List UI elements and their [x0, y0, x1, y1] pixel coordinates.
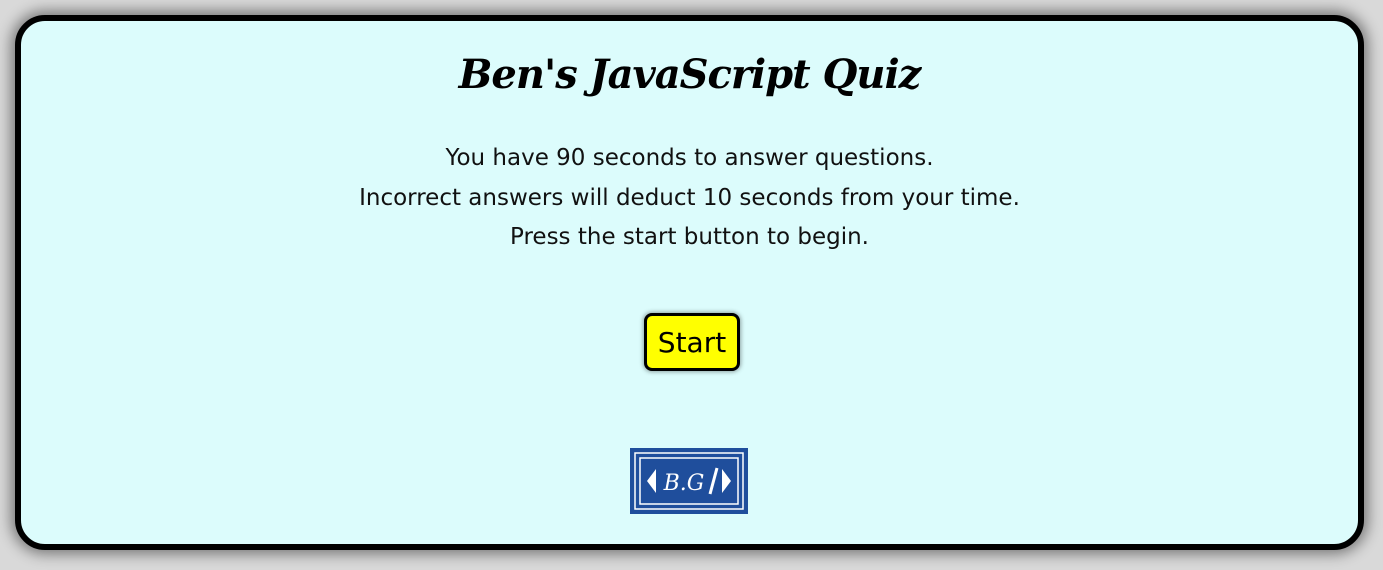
instructions: You have 90 seconds to answer questions.… — [21, 139, 1358, 258]
bg-logo-icon: B.G — [630, 448, 748, 514]
instruction-line-time: You have 90 seconds to answer questions. — [445, 145, 934, 171]
instruction-line-penalty: Incorrect answers will deduct 10 seconds… — [359, 184, 1020, 211]
start-button[interactable]: Start — [644, 313, 740, 371]
quiz-container: Ben's JavaScript Quiz You have 90 second… — [15, 15, 1364, 550]
instruction-line-start: Press the start button to begin. — [510, 224, 869, 250]
svg-text:B.G: B.G — [663, 471, 705, 496]
page-title: Ben's JavaScript Quiz — [458, 51, 922, 98]
